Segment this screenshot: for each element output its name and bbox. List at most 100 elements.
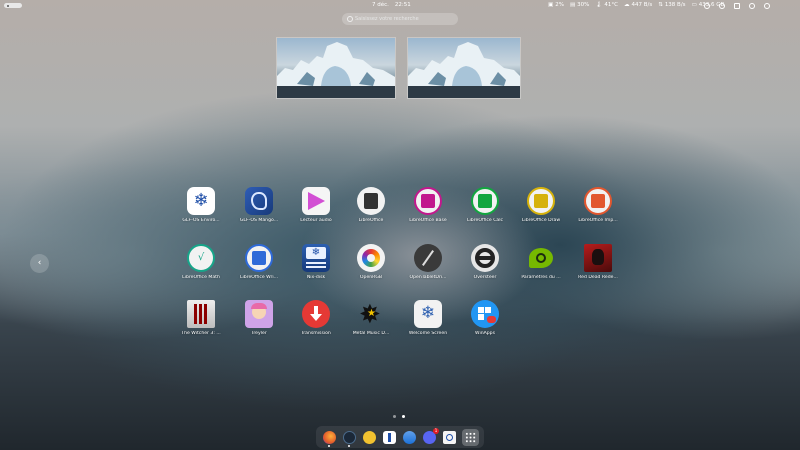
- app-opentabletdriver[interactable]: OpenTabletDri...: [398, 244, 458, 280]
- clock-time: 22:51: [394, 2, 411, 8]
- app-nix-disk[interactable]: ❄ Nix-disk: [286, 244, 346, 280]
- disk-icon: ▭: [691, 2, 697, 8]
- running-indicator: [348, 445, 350, 447]
- page-indicator: [393, 415, 405, 418]
- software-center-icon[interactable]: [443, 431, 456, 444]
- dock: 1: [316, 426, 484, 448]
- app-label: Red Dead Rede...: [578, 275, 618, 280]
- download-speed: ☁ 447 B/s: [624, 0, 652, 11]
- page-dot-2[interactable]: [402, 415, 405, 418]
- audio-player-icon: [302, 187, 330, 215]
- app-the-witcher-3[interactable]: The Witcher 3: ...: [171, 300, 231, 336]
- witcher-3-icon: [187, 300, 215, 328]
- app-libreoffice-base[interactable]: LibreOffice Base: [398, 187, 458, 223]
- chevron-left-icon: ‹: [37, 258, 42, 268]
- app-libreoffice[interactable]: LibreOffice: [341, 187, 401, 223]
- app-audio-player[interactable]: Lecteur audio: [286, 187, 346, 223]
- app-label: Welcome Screen: [408, 331, 448, 336]
- nix-disk-icon: ❄: [302, 244, 330, 272]
- libreoffice-writer-icon: [245, 244, 273, 272]
- libreoffice-base-icon: [414, 187, 442, 215]
- app-label: Treyler: [251, 331, 267, 336]
- app-nvidia-settings[interactable]: Paramètres du ...: [511, 244, 571, 280]
- app-label: Metal Music D...: [352, 331, 390, 336]
- app-label: OpenTabletDri...: [409, 275, 447, 280]
- app-label: GLF-OS Mango...: [239, 218, 279, 223]
- transmission-icon: [302, 300, 330, 328]
- app-label: Nix-disk: [306, 275, 326, 280]
- red-dead-redemption-icon: [584, 244, 612, 272]
- app-welcome-screen[interactable]: ❄ Welcome Screen: [398, 300, 458, 336]
- steam-icon[interactable]: [343, 431, 356, 444]
- power-icon[interactable]: [764, 2, 770, 9]
- download-icon: ☁: [623, 2, 630, 8]
- glf-os-environment-icon: ❄: [187, 187, 215, 215]
- libreoffice-impress-icon: [584, 187, 612, 215]
- app-oversteer[interactable]: Oversteer: [455, 244, 515, 280]
- show-apps-button[interactable]: [462, 429, 479, 446]
- gear-tray-icon[interactable]: [719, 2, 725, 9]
- steam-tray-icon[interactable]: [704, 2, 710, 9]
- app-red-dead-redemption[interactable]: Red Dead Rede...: [568, 244, 628, 280]
- app-label: WinApps: [475, 331, 495, 336]
- app-glf-os-environment[interactable]: ❄ GLF-OS Enviro...: [171, 187, 231, 223]
- app-grid-icon: [465, 432, 476, 443]
- app-openrgb[interactable]: OpenRGB: [341, 244, 401, 280]
- cpu-icon: ▣: [548, 2, 554, 8]
- network-icon[interactable]: [734, 2, 740, 9]
- app-libreoffice-math[interactable]: √ LibreOffice Math: [171, 244, 231, 280]
- clock-date: 7 déc.: [372, 2, 389, 8]
- app-label: LibreOffice Wri...: [239, 275, 279, 280]
- app-libreoffice-impress[interactable]: LibreOffice Imp...: [568, 187, 628, 223]
- libreoffice-icon: [357, 187, 385, 215]
- workspace-thumbnail-1[interactable]: [276, 37, 396, 99]
- app-winapps[interactable]: WinApps: [455, 300, 515, 336]
- app-glf-os-mango[interactable]: GLF-OS Mango...: [229, 187, 289, 223]
- app-metal-music-downloader[interactable]: ✸ ★ Metal Music D...: [341, 300, 401, 336]
- welcome-screen-icon: ❄: [414, 300, 442, 328]
- search-input[interactable]: [355, 13, 455, 25]
- search-bar[interactable]: [342, 13, 458, 25]
- app-libreoffice-calc[interactable]: LibreOffice Calc: [455, 187, 515, 223]
- libreoffice-draw-icon: [527, 187, 555, 215]
- app-treyler[interactable]: Treyler: [229, 300, 289, 336]
- app-label: LibreOffice Imp...: [578, 218, 618, 223]
- metal-music-downloader-icon: ✸ ★: [359, 300, 381, 330]
- heroic-icon[interactable]: [383, 431, 396, 444]
- app-label: LibreOffice: [358, 218, 384, 223]
- notification-badge: 1: [433, 428, 439, 434]
- upload-speed: ⇅ 138 B/s: [658, 0, 685, 11]
- memory-usage: ▤ 30%: [570, 0, 589, 11]
- top-bar: 7 déc. 22:51 ▣ 2% ▤ 30% 🌡︎ 41°C ☁ 447 B/s ⇅ 13…: [0, 0, 800, 11]
- app-label: LibreOffice Calc: [466, 218, 504, 223]
- search-icon: [347, 16, 353, 22]
- app-libreoffice-draw[interactable]: LibreOffice Draw: [511, 187, 571, 223]
- app-transmission[interactable]: Transmission: [286, 300, 346, 336]
- app-label: Transmission: [301, 331, 331, 336]
- app-label: LibreOffice Base: [409, 218, 447, 223]
- app-label: LibreOffice Draw: [521, 218, 561, 223]
- iceberg-wallpaper-image: [408, 42, 520, 98]
- app-label: GLF-OS Enviro...: [182, 218, 220, 223]
- system-tray: [704, 0, 770, 9]
- oversteer-icon: [471, 244, 499, 272]
- volume-icon[interactable]: [749, 2, 755, 9]
- activities-button[interactable]: [4, 3, 22, 8]
- app-libreoffice-writer[interactable]: LibreOffice Wri...: [229, 244, 289, 280]
- treyler-icon: [245, 300, 273, 328]
- previous-page-button[interactable]: ‹: [30, 254, 49, 273]
- system-monitor[interactable]: ▣ 2% ▤ 30% 🌡︎ 41°C ☁ 447 B/s ⇅ 138 B/s ▭ 433.6…: [548, 0, 724, 11]
- files-icon[interactable]: [403, 431, 416, 444]
- nvidia-icon: [527, 244, 555, 272]
- glf-os-mango-icon: [245, 187, 273, 215]
- discord-icon[interactable]: 1: [423, 428, 439, 444]
- clock[interactable]: 7 déc. 22:51: [372, 0, 417, 11]
- app-label: Paramètres du ...: [521, 275, 561, 280]
- lutris-icon[interactable]: [363, 431, 376, 444]
- firefox-icon[interactable]: [323, 431, 336, 444]
- app-label: Lecteur audio: [300, 218, 332, 223]
- memory-icon: ▤: [569, 2, 576, 8]
- workspace-thumbnail-2[interactable]: [407, 37, 521, 99]
- page-dot-1[interactable]: [393, 415, 396, 418]
- winapps-icon: [471, 300, 499, 328]
